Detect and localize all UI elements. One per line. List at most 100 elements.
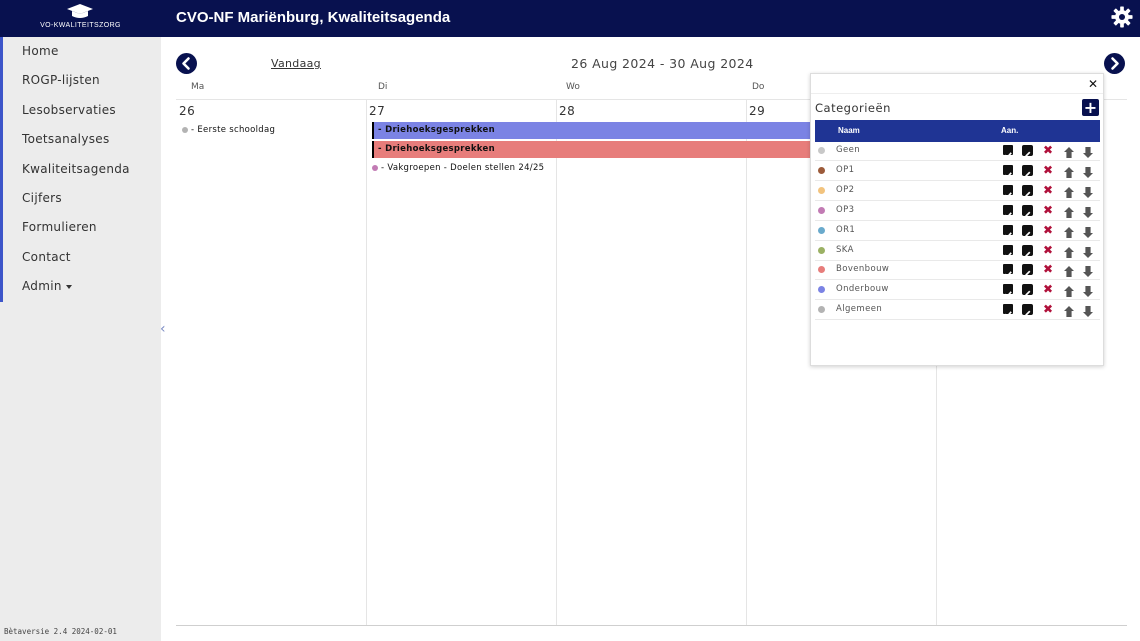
edit-icon[interactable]: [1022, 244, 1033, 257]
sidebar-item-label: Admin: [22, 279, 62, 294]
day-number[interactable]: 27: [369, 104, 385, 118]
event-color-dot: [182, 126, 188, 133]
sidebar-item-lesobservaties[interactable]: Lesobservaties: [3, 96, 161, 125]
categories-title: Categorieën: [815, 101, 891, 115]
category-color-dot: [818, 266, 825, 274]
edit-icon[interactable]: [1022, 204, 1033, 217]
day-header-thu: Do: [752, 82, 765, 92]
day-number[interactable]: 26: [179, 104, 195, 118]
checkbox-icon[interactable]: [1003, 184, 1013, 199]
prev-week-button[interactable]: [176, 53, 197, 74]
categories-popup: ✕ Categorieën + Naam Aan. Geen ✖ OP1 ✖ OP2 ✖ O…: [810, 73, 1104, 366]
grid-column-divider: [556, 99, 557, 625]
category-row: SKA ✖: [815, 241, 1100, 261]
day-number[interactable]: 29: [749, 104, 765, 118]
category-name: Geen: [836, 145, 861, 155]
category-row: OP1 ✖: [815, 161, 1100, 181]
category-color-dot: [818, 306, 825, 314]
category-color-dot: [818, 206, 825, 214]
category-name: OP1: [836, 164, 855, 175]
checkbox-icon[interactable]: [1003, 284, 1013, 298]
category-name: Bovenbouw: [836, 264, 890, 275]
sidebar-item-kwaliteitsagenda[interactable]: Kwaliteitsagenda: [3, 155, 161, 184]
delete-icon[interactable]: ✖: [1043, 203, 1053, 217]
checkbox-icon[interactable]: [1003, 204, 1013, 219]
close-icon[interactable]: ✕: [1088, 77, 1098, 91]
move-up-icon[interactable]: [1063, 303, 1075, 322]
category-name: Algemeen: [836, 304, 883, 315]
sidebar-item-contact[interactable]: Contact: [3, 243, 161, 272]
categories-table-header: Naam Aan.: [815, 120, 1100, 142]
category-row: Bovenbouw ✖: [815, 260, 1100, 281]
event-color-dot: [372, 164, 378, 171]
calendar-event-bar[interactable]: - Driehoeksgesprekken: [372, 122, 832, 139]
checkbox-icon[interactable]: [1003, 264, 1013, 278]
edit-icon[interactable]: [1022, 184, 1033, 197]
next-week-button[interactable]: [1104, 53, 1125, 74]
sidebar: Home ROGP-lijsten Lesobservaties Toetsan…: [0, 37, 161, 641]
checkbox-icon[interactable]: [1003, 145, 1013, 159]
calendar-event-bar[interactable]: - Driehoeksgesprekken: [372, 141, 832, 158]
grid-line: [176, 625, 1127, 626]
delete-icon[interactable]: ✖: [1043, 262, 1053, 276]
category-color-dot: [818, 226, 825, 234]
checkbox-icon[interactable]: [1003, 244, 1013, 258]
column-header-name: Naam: [838, 126, 860, 135]
delete-icon[interactable]: ✖: [1043, 302, 1053, 316]
grid-column-divider: [746, 99, 747, 625]
calendar-event[interactable]: - Vakgroepen - Doelen stellen 24/25: [372, 163, 544, 173]
category-name: SKA: [836, 244, 854, 255]
checkbox-icon[interactable]: [1003, 304, 1013, 318]
category-row: OR1 ✖: [815, 221, 1100, 241]
sidebar-item-formulieren[interactable]: Formulieren: [3, 213, 161, 242]
column-header-on: Aan.: [1001, 126, 1019, 135]
collapse-sidebar-chevron-icon[interactable]: ‹: [160, 321, 166, 337]
divider: [811, 93, 1103, 94]
category-row: Onderbouw ✖: [815, 280, 1100, 301]
event-label: - Eerste schooldag: [191, 125, 276, 135]
sidebar-item-home[interactable]: Home: [3, 37, 161, 66]
gear-icon[interactable]: [1111, 6, 1133, 28]
edit-icon[interactable]: [1022, 284, 1033, 297]
top-bar: VO-KWALITEITSZORG CVO-NF Mariënburg, Kwa…: [0, 0, 1140, 37]
sidebar-item-cijfers[interactable]: Cijfers: [3, 184, 161, 213]
move-down-icon[interactable]: [1082, 303, 1094, 322]
delete-icon[interactable]: ✖: [1043, 163, 1053, 177]
day-number[interactable]: 28: [559, 104, 575, 118]
calendar-event[interactable]: - Eerste schooldag: [182, 125, 275, 135]
version-label: Bètaversie 2.4 2024-02-01: [4, 627, 117, 636]
sidebar-item-admin[interactable]: Admin: [3, 272, 161, 301]
delete-icon[interactable]: ✖: [1043, 243, 1053, 257]
delete-icon[interactable]: ✖: [1043, 183, 1053, 197]
category-row: Geen ✖: [815, 141, 1100, 161]
edit-icon[interactable]: [1022, 164, 1033, 177]
caret-down-icon: [65, 284, 72, 289]
sidebar-item-rogp-lijsten[interactable]: ROGP-lijsten: [3, 66, 161, 95]
chevron-right-icon: [1111, 57, 1119, 70]
grid-column-divider: [366, 99, 367, 625]
checkbox-icon[interactable]: [1003, 164, 1013, 179]
category-name: OP2: [836, 184, 855, 195]
category-row: Algemeen ✖: [815, 300, 1100, 322]
edit-icon[interactable]: [1022, 264, 1033, 277]
sidebar-item-toetsanalyses[interactable]: Toetsanalyses: [3, 125, 161, 154]
app-logo[interactable]: VO-KWALITEITSZORG: [0, 0, 161, 37]
edit-icon[interactable]: [1022, 224, 1033, 237]
delete-icon[interactable]: ✖: [1043, 223, 1053, 237]
today-link[interactable]: Vandaag: [271, 57, 321, 70]
logo-text: VO-KWALITEITSZORG: [40, 22, 121, 29]
category-name: OP3: [836, 204, 855, 215]
edit-icon[interactable]: [1022, 145, 1033, 157]
day-header-mon: Ma: [191, 82, 205, 92]
edit-icon[interactable]: [1022, 304, 1033, 317]
chevron-left-icon: [182, 57, 190, 70]
delete-icon[interactable]: ✖: [1043, 282, 1053, 296]
delete-icon[interactable]: ✖: [1043, 143, 1053, 157]
graduation-cap-icon: [67, 4, 93, 18]
category-row: OP2 ✖: [815, 181, 1100, 201]
checkbox-icon[interactable]: [1003, 224, 1013, 239]
add-category-button[interactable]: +: [1082, 99, 1099, 116]
day-header-wed: Wo: [566, 82, 580, 92]
page-title: CVO-NF Mariënburg, Kwaliteitsagenda: [176, 9, 451, 26]
category-row: OP3 ✖: [815, 201, 1100, 221]
